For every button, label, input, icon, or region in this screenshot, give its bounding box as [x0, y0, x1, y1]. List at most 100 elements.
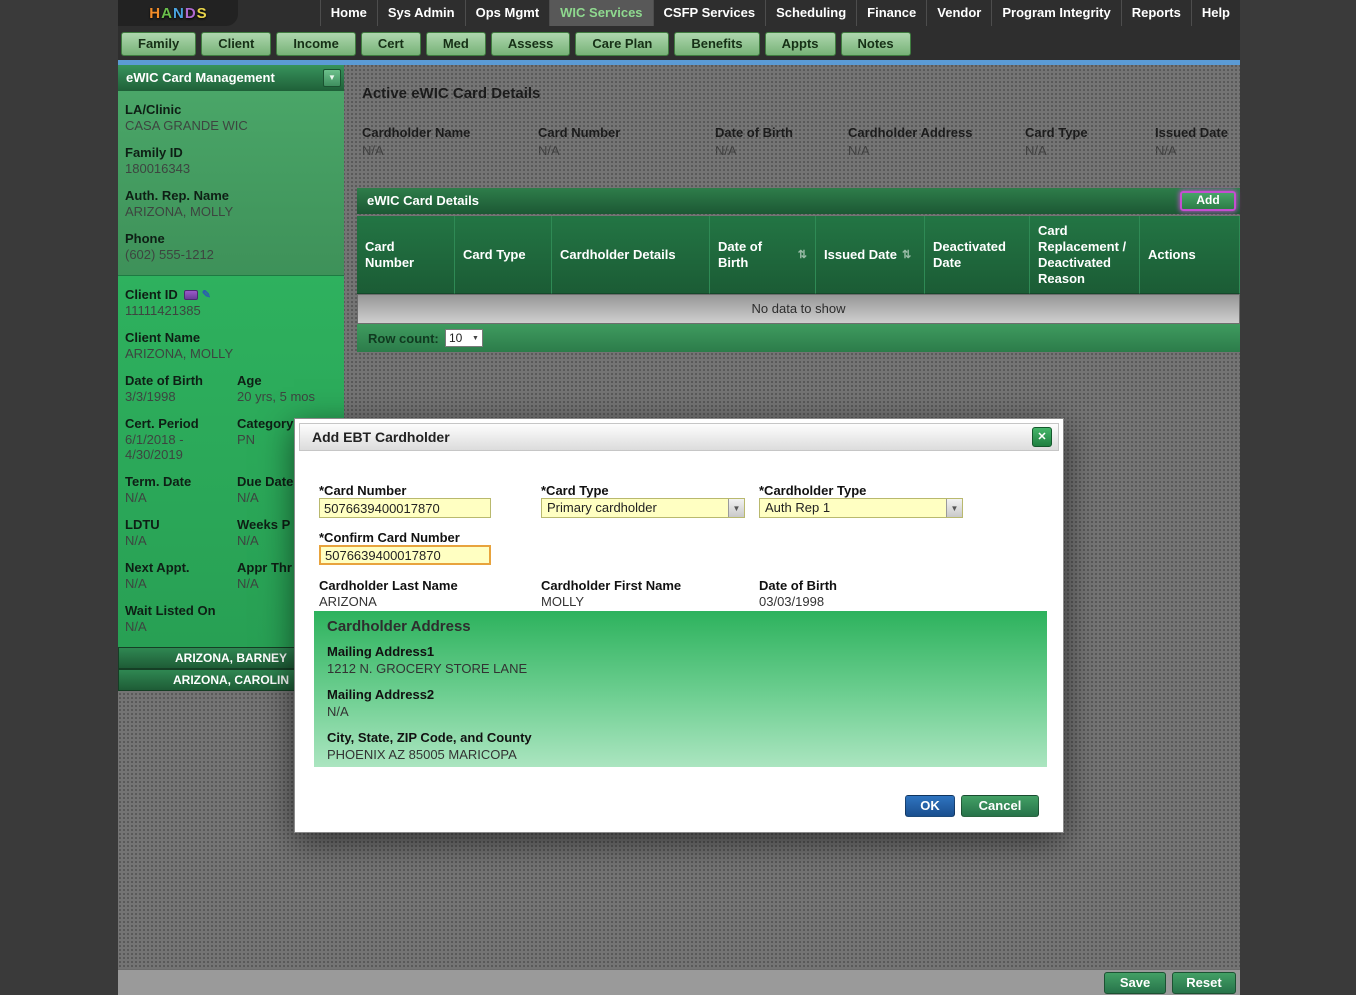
summary-label: Cardholder Address [848, 125, 1025, 141]
nav-item-finance[interactable]: Finance [856, 0, 926, 26]
field-value: 1212 N. GROCERY STORE LANE [327, 661, 1034, 677]
field-value: CASA GRANDE WIC [125, 118, 337, 133]
dob-label: Date of Birth [759, 578, 837, 593]
column-card-number[interactable]: Card Number [357, 216, 455, 294]
column-issued-date[interactable]: Issued Date⇅ [816, 216, 925, 294]
tab-income[interactable]: Income [276, 32, 356, 56]
add-card-button[interactable]: Add [1180, 191, 1236, 211]
field-phone: Phone (602) 555-1212 [125, 231, 337, 262]
edit-pencil-icon[interactable]: ✎ [202, 290, 211, 300]
tab-care-plan[interactable]: Care Plan [575, 32, 669, 56]
tab-client[interactable]: Client [201, 32, 271, 56]
field-value: N/A [125, 490, 237, 505]
reset-button[interactable]: Reset [1172, 972, 1236, 994]
card-number-input[interactable] [319, 498, 491, 518]
column-actions[interactable]: Actions [1140, 216, 1240, 294]
confirm-card-number-label: *Confirm Card Number [319, 530, 460, 545]
nav-item-ops-mgmt[interactable]: Ops Mgmt [465, 0, 550, 26]
field-label: Client Name [125, 330, 337, 345]
summary-value: N/A [848, 143, 1025, 158]
column-card-type[interactable]: Card Type [455, 216, 552, 294]
sort-icon[interactable]: ⇅ [902, 247, 911, 263]
dialog-title: Add EBT Cardholder [300, 424, 1058, 450]
sort-icon[interactable]: ⇅ [798, 247, 807, 263]
field-label: Auth. Rep. Name [125, 188, 337, 203]
summary-value: N/A [1155, 143, 1240, 158]
summary-label: Card Number [538, 125, 715, 141]
main-nav: H A N D S Home Sys Admin Ops Mgmt WIC Se… [118, 0, 1240, 26]
nav-item-home[interactable]: Home [320, 0, 377, 26]
tab-cert[interactable]: Cert [361, 32, 421, 56]
field-value: 6/1/2018 - 4/30/2019 [125, 432, 237, 462]
card-number-label: *Card Number [319, 483, 406, 498]
nav-item-program-integrity[interactable]: Program Integrity [991, 0, 1120, 26]
save-button[interactable]: Save [1104, 972, 1166, 994]
column-deactivated-date[interactable]: Deactivated Date [925, 216, 1030, 294]
field-next-appt: Next Appt. N/A [125, 560, 237, 591]
field-value: N/A [327, 704, 1034, 720]
summary-value: N/A [538, 143, 715, 158]
field-auth-rep: Auth. Rep. Name ARIZONA, MOLLY [125, 188, 337, 219]
summary-label: Card Type [1025, 125, 1155, 141]
field-label: Client ID✎ [125, 287, 337, 302]
tab-notes[interactable]: Notes [841, 32, 911, 56]
field-row: Date of Birth 3/3/1998 Age 20 yrs, 5 mos [125, 373, 337, 416]
dialog-titlebar[interactable]: Add EBT Cardholder ✕ [299, 423, 1059, 451]
card-type-select[interactable]: Primary cardholder ▼ [541, 498, 745, 518]
row-count-select[interactable]: 10 ▼ [445, 329, 483, 347]
field-value: 11111421385 [125, 303, 337, 318]
nav-item-help[interactable]: Help [1191, 0, 1240, 26]
cancel-button[interactable]: Cancel [961, 795, 1039, 817]
nav-item-vendor[interactable]: Vendor [926, 0, 991, 26]
cardholder-type-value: Auth Rep 1 [760, 499, 946, 517]
section-tabs: Family Client Income Cert Med Assess Car… [121, 32, 911, 56]
logo-letter: A [161, 5, 172, 22]
row-count-value: 10 [446, 330, 469, 346]
field-mailing-address2: Mailing Address2 N/A [327, 687, 1034, 720]
column-label: Card Type [463, 247, 526, 263]
nav-item-sys-admin[interactable]: Sys Admin [377, 0, 465, 26]
top-bar: H A N D S Home Sys Admin Ops Mgmt WIC Se… [118, 0, 1240, 60]
tab-family[interactable]: Family [121, 32, 196, 56]
tab-appts[interactable]: Appts [765, 32, 836, 56]
nav-item-wic-services[interactable]: WIC Services [549, 0, 652, 26]
tab-med[interactable]: Med [426, 32, 486, 56]
ewic-card-icon[interactable] [184, 290, 198, 300]
column-cardholder-details[interactable]: Cardholder Details [552, 216, 710, 294]
card-type-label: *Card Type [541, 483, 609, 498]
active-card-summary: Cardholder Name N/A Card Number N/A Date… [362, 125, 1240, 158]
summary-date-of-birth: Date of Birth N/A [715, 125, 848, 158]
cardholder-address-panel: Cardholder Address Mailing Address1 1212… [314, 611, 1047, 767]
field-value: 180016343 [125, 161, 337, 176]
tab-assess[interactable]: Assess [491, 32, 571, 56]
address-panel-title: Cardholder Address [327, 618, 1034, 635]
card-table-header: Card Number Card Type Cardholder Details… [357, 216, 1240, 294]
section-title: eWIC Card Details [357, 188, 1240, 214]
field-value: PHOENIX AZ 85005 MARICOPA [327, 747, 1034, 763]
chevron-down-icon[interactable]: ▼ [323, 69, 341, 87]
ok-button[interactable]: OK [905, 795, 955, 817]
nav-item-reports[interactable]: Reports [1121, 0, 1191, 26]
nav-item-csfp-services[interactable]: CSFP Services [653, 0, 766, 26]
page: H A N D S Home Sys Admin Ops Mgmt WIC Se… [0, 0, 1356, 995]
table-empty-message: No data to show [357, 294, 1240, 324]
field-dob: Date of Birth 3/3/1998 [125, 373, 237, 404]
summary-card-type: Card Type N/A [1025, 125, 1155, 158]
column-date-of-birth[interactable]: Date of Birth⇅ [710, 216, 816, 294]
column-replacement-reason[interactable]: Card Replacement / Deactivated Reason [1030, 216, 1140, 294]
nav-item-scheduling[interactable]: Scheduling [765, 0, 856, 26]
hands-logo[interactable]: H A N D S [118, 0, 238, 26]
field-la-clinic: LA/Clinic CASA GRANDE WIC [125, 102, 337, 133]
tab-benefits[interactable]: Benefits [674, 32, 759, 56]
column-label: Card Number [365, 239, 446, 271]
close-icon[interactable]: ✕ [1032, 427, 1052, 447]
cardholder-type-select[interactable]: Auth Rep 1 ▼ [759, 498, 963, 518]
confirm-card-number-input[interactable] [319, 545, 491, 565]
logo-letter: H [149, 5, 160, 22]
field-label: Age [237, 373, 337, 388]
sidebar-header[interactable]: eWIC Card Management ▼ [118, 65, 344, 91]
field-mailing-address1: Mailing Address1 1212 N. GROCERY STORE L… [327, 644, 1034, 677]
card-type-value: Primary cardholder [542, 499, 728, 517]
page-title: Active eWIC Card Details [362, 85, 540, 102]
summary-cardholder-address: Cardholder Address N/A [848, 125, 1025, 158]
